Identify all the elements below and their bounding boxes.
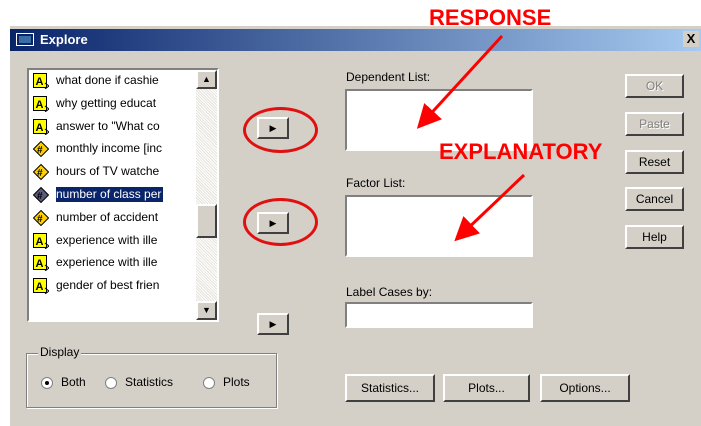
annotation-arrows xyxy=(416,34,526,242)
response-arrow xyxy=(416,34,504,129)
explanatory-arrow xyxy=(454,173,526,242)
